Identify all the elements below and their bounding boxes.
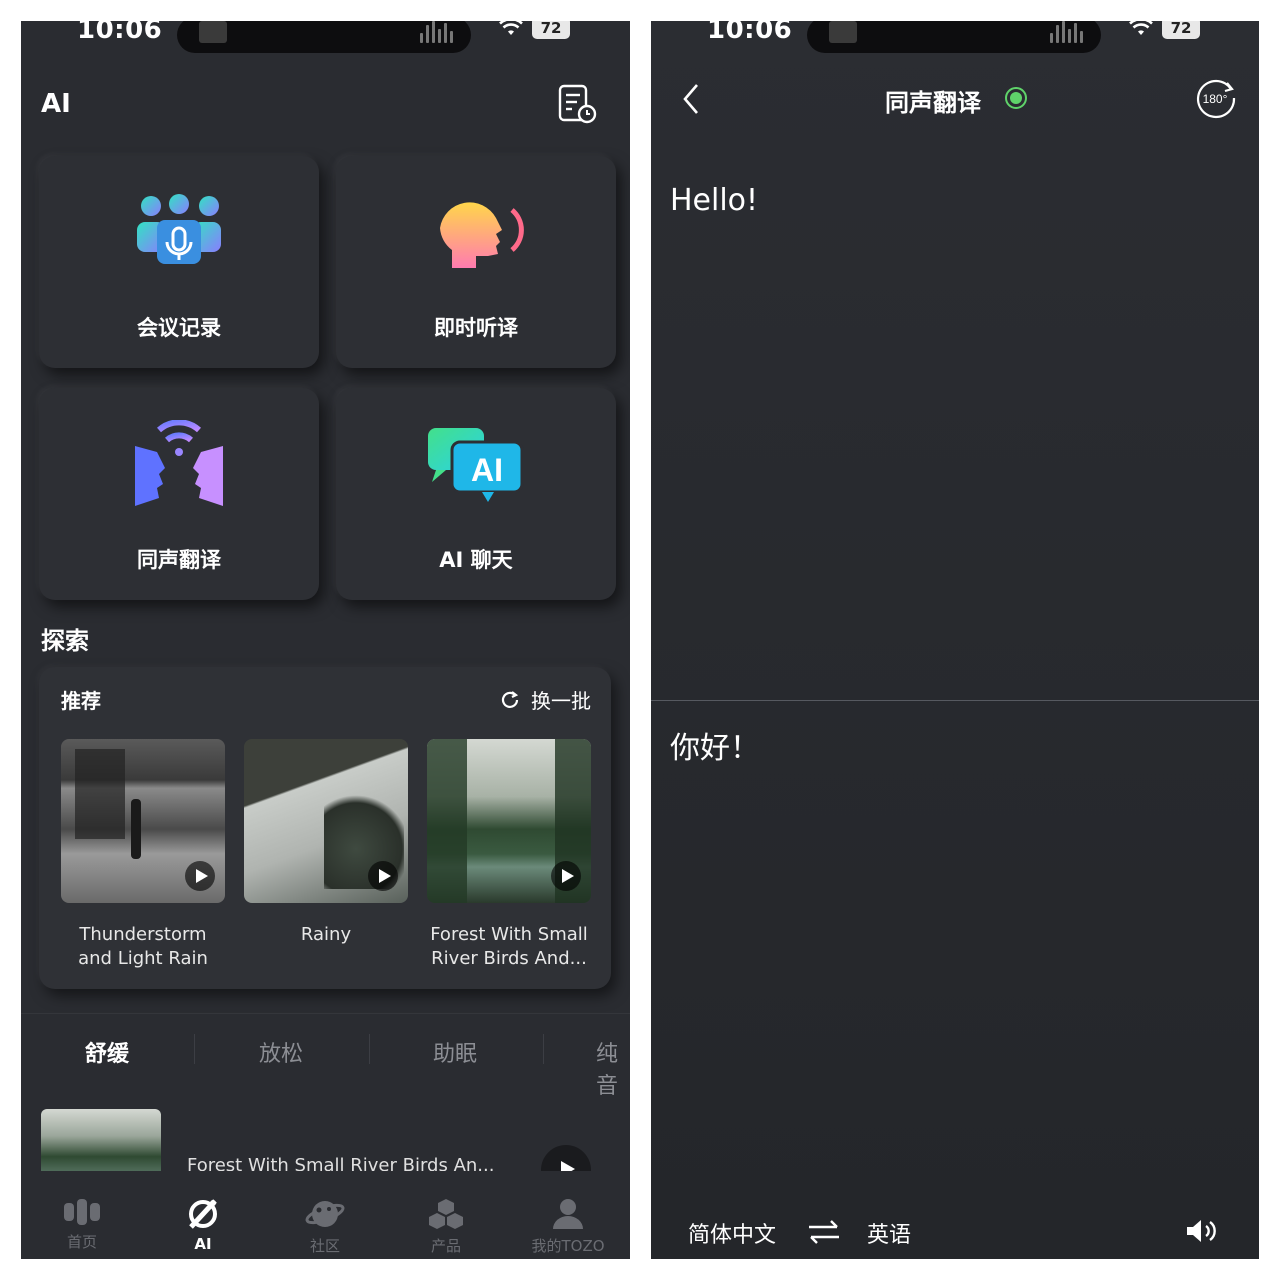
simultaneous-translation-icon: [135, 420, 223, 506]
rainy-thumbnail: [244, 739, 408, 903]
dynamic-island: [177, 21, 471, 53]
tab-soothing[interactable]: 舒缓: [85, 1036, 129, 1068]
wifi-icon: [499, 21, 523, 35]
audio-wave-icon: [420, 21, 453, 43]
nav-label: 社区: [309, 1237, 340, 1255]
tab-relax[interactable]: 放松: [259, 1036, 303, 1068]
source-language-button[interactable]: 简体中文: [688, 1217, 776, 1249]
svg-text:AI: AI: [471, 452, 503, 488]
target-language-button[interactable]: 英语: [867, 1217, 911, 1249]
nav-ai[interactable]: AI: [148, 1197, 258, 1253]
play-icon[interactable]: [368, 861, 398, 891]
nav-label: 我的TOZO: [531, 1237, 605, 1255]
tab-sleep[interactable]: 助眠: [433, 1036, 477, 1068]
recommend-item[interactable]: Thunderstorm and Light Rain: [61, 739, 225, 971]
bottom-nav: 首页 AI 社区 产品 我的TOZO: [21, 1171, 630, 1259]
instant-listen-icon: [440, 202, 524, 268]
track-play-button[interactable]: [541, 1145, 591, 1171]
ai-hub-screen: 10:06 72 AI 会议记录 即时听译 同声翻译 AI AI 聊天 探索 推…: [21, 21, 630, 1259]
profile-icon: [553, 1199, 583, 1229]
recommend-item-name: Rainy: [300, 924, 352, 945]
tab-pure-music[interactable]: 纯音: [596, 1036, 630, 1100]
battery-indicator: 72: [532, 21, 570, 39]
audio-wave-icon: [1050, 21, 1083, 43]
back-chevron-icon[interactable]: [679, 81, 703, 117]
target-translation: 你好！: [670, 731, 760, 766]
card-label: 同声翻译: [137, 548, 221, 572]
products-icon: [429, 1199, 463, 1229]
speaker-icon[interactable]: [1185, 1217, 1219, 1245]
ai-chat-card[interactable]: AI AI 聊天: [336, 388, 616, 600]
simultaneous-translation-screen: 10:06 72 同声翻译 180° Hello! 你好！ 简体中文 英语: [651, 21, 1259, 1259]
meeting-record-card[interactable]: 会议记录: [39, 156, 319, 368]
forest-river-thumbnail: [427, 739, 591, 903]
tab-divider: [369, 1034, 370, 1064]
recommend-item[interactable]: Forest With Small River Birds And...: [427, 739, 591, 971]
recommend-item-name: Thunderstorm and Light Rain: [78, 924, 208, 969]
nav-community[interactable]: 社区: [270, 1197, 380, 1256]
card-label: AI 聊天: [439, 548, 513, 572]
dynamic-island: [807, 21, 1101, 53]
tab-divider: [194, 1034, 195, 1064]
source-transcript: Hello!: [670, 183, 759, 218]
explore-title: 探索: [41, 627, 89, 655]
nav-label: AI: [194, 1235, 212, 1253]
track-thumbnail: [41, 1109, 161, 1171]
home-icon: [64, 1199, 100, 1225]
swap-languages-icon[interactable]: [807, 1219, 841, 1245]
community-icon: [305, 1201, 345, 1227]
rotate-icon: 180°: [1196, 79, 1236, 119]
panel-divider: [651, 700, 1259, 701]
rotate-label: 180°: [1203, 92, 1228, 106]
play-icon[interactable]: [551, 861, 581, 891]
nav-label: 产品: [430, 1237, 461, 1255]
rotate-180-button[interactable]: 180°: [1195, 77, 1237, 119]
card-label: 会议记录: [137, 316, 221, 340]
status-time: 10:06: [707, 21, 793, 45]
refresh-label: 换一批: [531, 689, 591, 713]
nav-products[interactable]: 产品: [391, 1197, 501, 1256]
meeting-record-icon: [137, 194, 221, 264]
now-playing-thumbnail: [829, 21, 857, 43]
category-tabs: 舒缓 放松 助眠 纯音: [21, 1013, 630, 1099]
wifi-icon: [1129, 21, 1153, 35]
track-list-item[interactable]: Forest With Small River Birds An...: [21, 1109, 630, 1171]
ai-icon: [189, 1199, 217, 1229]
history-list-icon[interactable]: [557, 83, 597, 125]
recommend-title: 推荐: [61, 689, 101, 713]
page-title: 同声翻译: [885, 89, 981, 117]
nav-home[interactable]: 首页: [27, 1197, 137, 1252]
simultaneous-translation-card[interactable]: 同声翻译: [39, 388, 319, 600]
thunderstorm-thumbnail: [61, 739, 225, 903]
refresh-icon: [501, 690, 519, 708]
recommend-panel: 推荐 换一批 Thunderstorm and Light Rain Rainy: [39, 667, 611, 989]
status-time: 10:06: [77, 21, 163, 45]
battery-indicator: 72: [1162, 21, 1200, 39]
track-title: Forest With Small River Birds An...: [187, 1155, 495, 1171]
live-status-icon: [1005, 87, 1027, 109]
page-title: AI: [41, 89, 71, 119]
card-label: 即时听译: [434, 316, 518, 340]
play-icon[interactable]: [185, 861, 215, 891]
nav-profile[interactable]: 我的TOZO: [513, 1197, 623, 1256]
instant-listen-card[interactable]: 即时听译: [336, 156, 616, 368]
recommend-item[interactable]: Rainy: [244, 739, 408, 947]
language-bar: 简体中文 英语: [651, 1217, 1259, 1257]
recommend-item-name: Forest With Small River Birds And...: [430, 924, 588, 969]
nav-label: 首页: [66, 1233, 97, 1251]
refresh-button[interactable]: 换一批: [499, 685, 591, 714]
tab-divider: [543, 1034, 544, 1064]
ai-chat-icon: AI: [428, 428, 524, 502]
now-playing-thumbnail: [199, 21, 227, 43]
